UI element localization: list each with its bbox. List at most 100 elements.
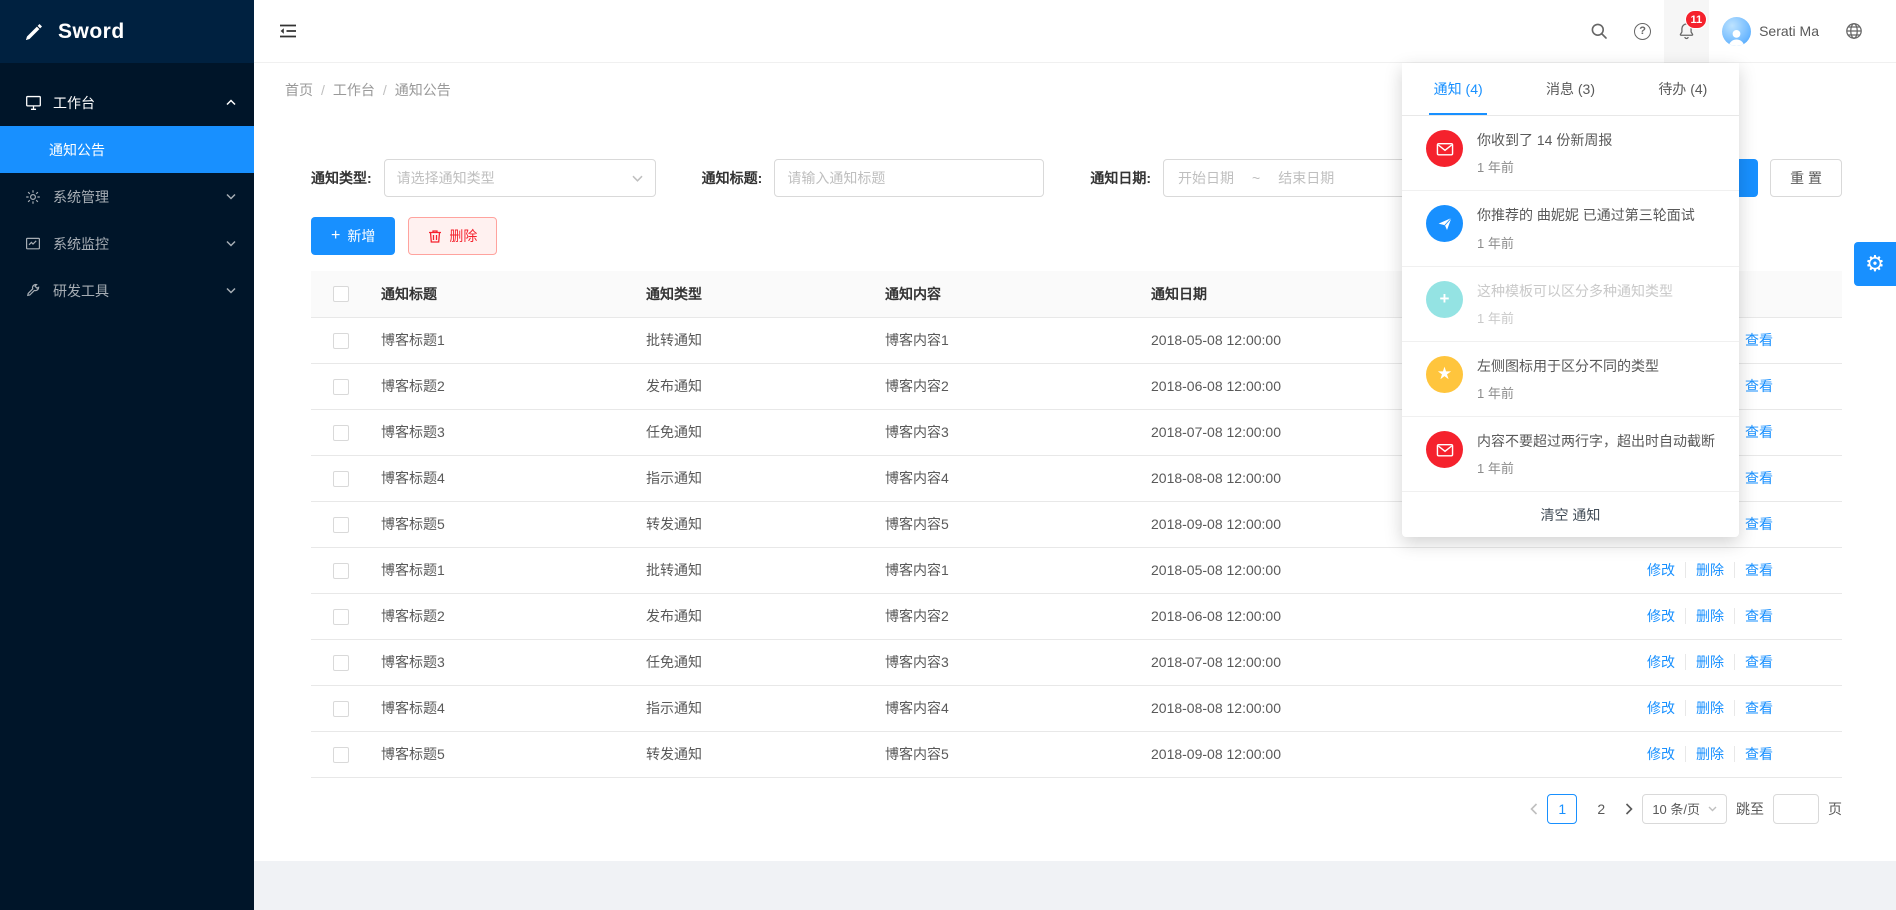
globe-icon[interactable]	[1832, 0, 1876, 63]
sidebar-item-label: 系统管理	[53, 187, 226, 207]
delete-button[interactable]: 删除	[408, 217, 497, 255]
edit-link[interactable]: 修改	[1647, 608, 1675, 624]
filter-date-label: 通知日期:	[1090, 168, 1151, 188]
user-menu[interactable]: Serati Ma	[1709, 0, 1832, 63]
delete-link[interactable]: 删除	[1685, 608, 1724, 624]
table-row: 博客标题3 任免通知 博客内容3 2018-07-08 12:00:00 修改删…	[311, 639, 1842, 685]
select-all-checkbox[interactable]	[333, 286, 349, 302]
table-row: 博客标题4 指示通知 博客内容4 2018-08-08 12:00:00 修改删…	[311, 685, 1842, 731]
row-checkbox[interactable]	[333, 747, 349, 763]
filter-title-group: 通知标题:	[702, 159, 1045, 197]
view-link[interactable]: 查看	[1734, 608, 1773, 624]
page-size-select[interactable]: 10 条/页	[1642, 794, 1727, 824]
filter-title-label: 通知标题:	[702, 168, 763, 188]
reset-button[interactable]: 重 置	[1770, 159, 1842, 197]
sidebar-item-system-monitor[interactable]: 系统监控	[0, 220, 254, 267]
sidebar-item-notice[interactable]: 通知公告	[0, 126, 254, 173]
tab-notices[interactable]: 通知 (4)	[1402, 63, 1514, 115]
filter-type-group: 通知类型: 请选择通知类型	[311, 159, 656, 197]
delete-link[interactable]: 删除	[1685, 746, 1724, 762]
page-number-2[interactable]: 2	[1586, 794, 1616, 824]
row-checkbox[interactable]	[333, 563, 349, 579]
row-checkbox[interactable]	[333, 379, 349, 395]
col-header-title: 通知标题	[371, 271, 636, 317]
row-checkbox[interactable]	[333, 655, 349, 671]
clear-notifications-button[interactable]: 清空 通知	[1402, 492, 1739, 537]
notification-time: 1 年前	[1477, 308, 1715, 327]
search-icon[interactable]	[1577, 0, 1621, 63]
date-end-placeholder: 结束日期	[1278, 168, 1334, 188]
sidebar-item-label: 研发工具	[53, 281, 226, 301]
sidebar: Sword 工作台 通知公告 系统管理	[0, 0, 254, 910]
row-checkbox[interactable]	[333, 701, 349, 717]
badge-count: 11	[1685, 10, 1707, 29]
setting-icon	[24, 189, 42, 205]
chevron-down-icon	[226, 192, 236, 202]
username: Serati Ma	[1759, 23, 1819, 39]
notification-tabs: 通知 (4) 消息 (3) 待办 (4)	[1402, 63, 1739, 116]
help-icon[interactable]: ?	[1621, 0, 1664, 63]
avatar	[1722, 17, 1751, 46]
mail-icon	[1426, 431, 1463, 468]
sidebar-item-workbench[interactable]: 工作台	[0, 79, 254, 126]
delete-link[interactable]: 删除	[1685, 562, 1724, 578]
tool-icon	[24, 283, 42, 299]
notifications-bell[interactable]: 11	[1664, 0, 1709, 63]
row-checkbox[interactable]	[333, 609, 349, 625]
chevron-up-icon	[226, 98, 236, 108]
row-checkbox[interactable]	[333, 471, 349, 487]
col-header-type: 通知类型	[636, 271, 875, 317]
notice-type-select[interactable]: 请选择通知类型	[384, 159, 656, 197]
jump-label: 跳至	[1736, 799, 1764, 819]
view-link[interactable]: 查看	[1734, 470, 1773, 486]
view-link[interactable]: 查看	[1734, 654, 1773, 670]
notification-text: 你收到了 14 份新周报	[1477, 130, 1715, 150]
edit-link[interactable]: 修改	[1647, 562, 1675, 578]
sidebar-menu: 工作台 通知公告 系统管理 系统监控	[0, 63, 254, 314]
edit-link[interactable]: 修改	[1647, 700, 1675, 716]
row-checkbox[interactable]	[333, 425, 349, 441]
tab-messages[interactable]: 消息 (3)	[1514, 63, 1626, 115]
logo: Sword	[0, 0, 254, 63]
gear-icon: ⚙	[1865, 251, 1885, 277]
notification-time: 1 年前	[1477, 383, 1715, 402]
sidebar-item-system-mgmt[interactable]: 系统管理	[0, 173, 254, 220]
edit-link[interactable]: 修改	[1647, 746, 1675, 762]
row-checkbox[interactable]	[333, 517, 349, 533]
view-link[interactable]: 查看	[1734, 332, 1773, 348]
chevron-down-icon	[632, 175, 643, 182]
sidebar-item-dev-tools[interactable]: 研发工具	[0, 267, 254, 314]
notification-item[interactable]: ★ 左侧图标用于区分不同的类型 1 年前	[1402, 342, 1739, 417]
breadcrumb-workbench[interactable]: 工作台	[333, 80, 375, 100]
view-link[interactable]: 查看	[1734, 516, 1773, 532]
prev-page-icon[interactable]	[1530, 803, 1538, 815]
jump-page-input[interactable]	[1773, 794, 1819, 824]
tab-todos[interactable]: 待办 (4)	[1627, 63, 1739, 115]
breadcrumb-home[interactable]: 首页	[285, 80, 313, 100]
menu-fold-icon[interactable]	[278, 21, 298, 41]
view-link[interactable]: 查看	[1734, 378, 1773, 394]
edit-link[interactable]: 修改	[1647, 654, 1675, 670]
notification-item[interactable]: + 这种模板可以区分多种通知类型 1 年前	[1402, 267, 1739, 342]
row-checkbox[interactable]	[333, 333, 349, 349]
view-link[interactable]: 查看	[1734, 746, 1773, 762]
view-link[interactable]: 查看	[1734, 562, 1773, 578]
notification-text: 左侧图标用于区分不同的类型	[1477, 356, 1715, 376]
page-unit-label: 页	[1828, 799, 1842, 819]
notification-item[interactable]: 你推荐的 曲妮妮 已通过第三轮面试 1 年前	[1402, 191, 1739, 266]
notification-item[interactable]: 你收到了 14 份新周报 1 年前	[1402, 116, 1739, 191]
notice-title-input[interactable]	[774, 159, 1044, 197]
table-row: 博客标题2 发布通知 博客内容2 2018-06-08 12:00:00 修改删…	[311, 593, 1842, 639]
next-page-icon[interactable]	[1625, 803, 1633, 815]
table-row: 博客标题1 批转通知 博客内容1 2018-05-08 12:00:00 修改删…	[311, 547, 1842, 593]
notification-time: 1 年前	[1477, 157, 1715, 176]
notification-item[interactable]: 内容不要超过两行字，超出时自动截断 1 年前	[1402, 417, 1739, 492]
add-button[interactable]: + 新增	[311, 217, 395, 255]
notification-time: 1 年前	[1477, 458, 1715, 477]
page-number-1[interactable]: 1	[1547, 794, 1577, 824]
theme-settings-button[interactable]: ⚙	[1854, 242, 1896, 286]
view-link[interactable]: 查看	[1734, 424, 1773, 440]
delete-link[interactable]: 删除	[1685, 700, 1724, 716]
view-link[interactable]: 查看	[1734, 700, 1773, 716]
delete-link[interactable]: 删除	[1685, 654, 1724, 670]
